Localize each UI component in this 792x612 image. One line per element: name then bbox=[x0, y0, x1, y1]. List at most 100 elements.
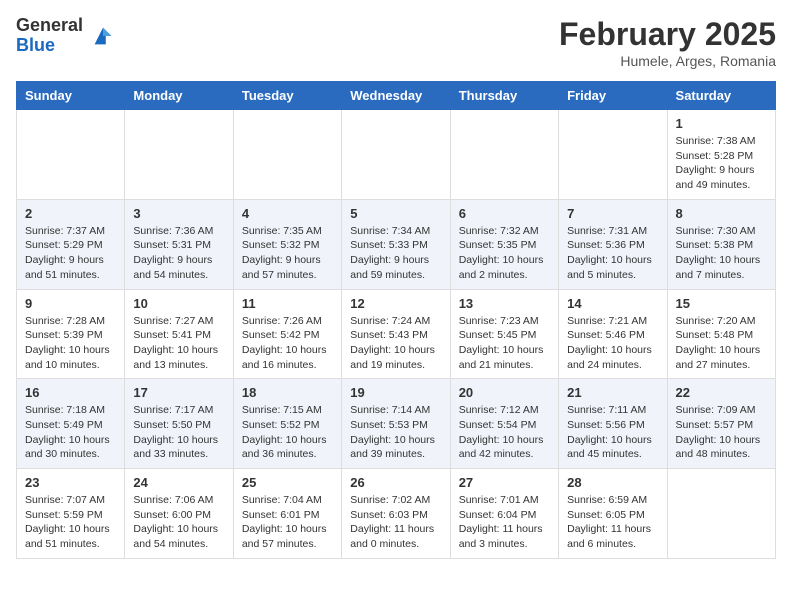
day-number: 22 bbox=[676, 385, 767, 400]
day-info: Sunrise: 7:04 AM Sunset: 6:01 PM Dayligh… bbox=[242, 493, 333, 552]
day-info: Sunrise: 7:28 AM Sunset: 5:39 PM Dayligh… bbox=[25, 314, 116, 373]
calendar-cell: 4 Sunrise: 7:35 AM Sunset: 5:32 PM Daylig… bbox=[233, 199, 341, 289]
day-info: Sunrise: 7:27 AM Sunset: 5:41 PM Dayligh… bbox=[133, 314, 224, 373]
day-info: Sunrise: 7:34 AM Sunset: 5:33 PM Dayligh… bbox=[350, 224, 441, 283]
day-number: 27 bbox=[459, 475, 550, 490]
day-info: Sunrise: 7:11 AM Sunset: 5:56 PM Dayligh… bbox=[567, 403, 658, 462]
day-info: Sunrise: 7:12 AM Sunset: 5:54 PM Dayligh… bbox=[459, 403, 550, 462]
weekday-header-wednesday: Wednesday bbox=[342, 82, 450, 110]
weekday-header-friday: Friday bbox=[559, 82, 667, 110]
calendar-cell: 25 Sunrise: 7:04 AM Sunset: 6:01 PM Dayli… bbox=[233, 469, 341, 559]
day-number: 26 bbox=[350, 475, 441, 490]
calendar-cell: 26 Sunrise: 7:02 AM Sunset: 6:03 PM Dayli… bbox=[342, 469, 450, 559]
day-number: 24 bbox=[133, 475, 224, 490]
day-number: 25 bbox=[242, 475, 333, 490]
calendar-header-row: SundayMondayTuesdayWednesdayThursdayFrid… bbox=[17, 82, 776, 110]
logo: General Blue bbox=[16, 16, 117, 56]
calendar-table: SundayMondayTuesdayWednesdayThursdayFrid… bbox=[16, 81, 776, 559]
weekday-header-monday: Monday bbox=[125, 82, 233, 110]
day-number: 19 bbox=[350, 385, 441, 400]
day-info: Sunrise: 7:17 AM Sunset: 5:50 PM Dayligh… bbox=[133, 403, 224, 462]
calendar-cell: 1 Sunrise: 7:38 AM Sunset: 5:28 PM Daylig… bbox=[667, 110, 775, 200]
calendar-cell: 17 Sunrise: 7:17 AM Sunset: 5:50 PM Dayli… bbox=[125, 379, 233, 469]
calendar-cell bbox=[342, 110, 450, 200]
day-number: 2 bbox=[25, 206, 116, 221]
day-number: 9 bbox=[25, 296, 116, 311]
day-number: 23 bbox=[25, 475, 116, 490]
day-number: 15 bbox=[676, 296, 767, 311]
calendar-cell: 12Sunrise: 7:24 AM Sunset: 5:43 PM Dayli… bbox=[342, 289, 450, 379]
weekday-header-tuesday: Tuesday bbox=[233, 82, 341, 110]
day-info: Sunrise: 7:24 AM Sunset: 5:43 PM Dayligh… bbox=[350, 314, 441, 373]
page-header: General Blue February 2025 Humele, Arges… bbox=[16, 16, 776, 69]
day-info: Sunrise: 7:15 AM Sunset: 5:52 PM Dayligh… bbox=[242, 403, 333, 462]
day-info: Sunrise: 7:02 AM Sunset: 6:03 PM Dayligh… bbox=[350, 493, 441, 552]
calendar-cell: 19Sunrise: 7:14 AM Sunset: 5:53 PM Dayli… bbox=[342, 379, 450, 469]
calendar-week-row: 1 Sunrise: 7:38 AM Sunset: 5:28 PM Daylig… bbox=[17, 110, 776, 200]
calendar-cell: 9 Sunrise: 7:28 AM Sunset: 5:39 PM Daylig… bbox=[17, 289, 125, 379]
day-number: 16 bbox=[25, 385, 116, 400]
day-number: 1 bbox=[676, 116, 767, 131]
day-info: Sunrise: 7:23 AM Sunset: 5:45 PM Dayligh… bbox=[459, 314, 550, 373]
calendar-cell: 23 Sunrise: 7:07 AM Sunset: 5:59 PM Dayli… bbox=[17, 469, 125, 559]
day-number: 11 bbox=[242, 296, 333, 311]
calendar-cell: 6 Sunrise: 7:32 AM Sunset: 5:35 PM Daylig… bbox=[450, 199, 558, 289]
day-info: Sunrise: 7:09 AM Sunset: 5:57 PM Dayligh… bbox=[676, 403, 767, 462]
weekday-header-saturday: Saturday bbox=[667, 82, 775, 110]
logo-general-text: General bbox=[16, 16, 83, 36]
calendar-cell: 15 Sunrise: 7:20 AM Sunset: 5:48 PM Dayli… bbox=[667, 289, 775, 379]
day-number: 18 bbox=[242, 385, 333, 400]
calendar-week-row: 16Sunrise: 7:18 AM Sunset: 5:49 PM Dayli… bbox=[17, 379, 776, 469]
day-info: Sunrise: 7:30 AM Sunset: 5:38 PM Dayligh… bbox=[676, 224, 767, 283]
day-info: Sunrise: 7:32 AM Sunset: 5:35 PM Dayligh… bbox=[459, 224, 550, 283]
calendar-cell: 18 Sunrise: 7:15 AM Sunset: 5:52 PM Dayli… bbox=[233, 379, 341, 469]
day-info: Sunrise: 7:06 AM Sunset: 6:00 PM Dayligh… bbox=[133, 493, 224, 552]
day-number: 5 bbox=[350, 206, 441, 221]
day-info: Sunrise: 7:35 AM Sunset: 5:32 PM Dayligh… bbox=[242, 224, 333, 283]
calendar-cell: 28Sunrise: 6:59 AM Sunset: 6:05 PM Dayli… bbox=[559, 469, 667, 559]
day-number: 17 bbox=[133, 385, 224, 400]
day-number: 6 bbox=[459, 206, 550, 221]
day-number: 21 bbox=[567, 385, 658, 400]
calendar-cell: 16Sunrise: 7:18 AM Sunset: 5:49 PM Dayli… bbox=[17, 379, 125, 469]
calendar-cell: 11 Sunrise: 7:26 AM Sunset: 5:42 PM Dayli… bbox=[233, 289, 341, 379]
calendar-cell: 20Sunrise: 7:12 AM Sunset: 5:54 PM Dayli… bbox=[450, 379, 558, 469]
calendar-cell: 5 Sunrise: 7:34 AM Sunset: 5:33 PM Daylig… bbox=[342, 199, 450, 289]
day-info: Sunrise: 7:38 AM Sunset: 5:28 PM Dayligh… bbox=[676, 134, 767, 193]
calendar-cell bbox=[17, 110, 125, 200]
day-info: Sunrise: 7:31 AM Sunset: 5:36 PM Dayligh… bbox=[567, 224, 658, 283]
calendar-cell bbox=[559, 110, 667, 200]
day-number: 4 bbox=[242, 206, 333, 221]
calendar-cell: 22 Sunrise: 7:09 AM Sunset: 5:57 PM Dayli… bbox=[667, 379, 775, 469]
logo-icon bbox=[89, 22, 117, 50]
day-number: 7 bbox=[567, 206, 658, 221]
day-info: Sunrise: 7:01 AM Sunset: 6:04 PM Dayligh… bbox=[459, 493, 550, 552]
calendar-cell: 13Sunrise: 7:23 AM Sunset: 5:45 PM Dayli… bbox=[450, 289, 558, 379]
month-year-title: February 2025 bbox=[559, 16, 776, 53]
calendar-week-row: 23 Sunrise: 7:07 AM Sunset: 5:59 PM Dayli… bbox=[17, 469, 776, 559]
day-number: 14 bbox=[567, 296, 658, 311]
day-number: 3 bbox=[133, 206, 224, 221]
logo-blue-text: Blue bbox=[16, 36, 83, 56]
calendar-cell bbox=[233, 110, 341, 200]
calendar-cell: 7 Sunrise: 7:31 AM Sunset: 5:36 PM Daylig… bbox=[559, 199, 667, 289]
calendar-week-row: 9 Sunrise: 7:28 AM Sunset: 5:39 PM Daylig… bbox=[17, 289, 776, 379]
day-info: Sunrise: 7:21 AM Sunset: 5:46 PM Dayligh… bbox=[567, 314, 658, 373]
calendar-cell: 3 Sunrise: 7:36 AM Sunset: 5:31 PM Daylig… bbox=[125, 199, 233, 289]
day-number: 28 bbox=[567, 475, 658, 490]
day-info: Sunrise: 7:07 AM Sunset: 5:59 PM Dayligh… bbox=[25, 493, 116, 552]
calendar-cell: 21 Sunrise: 7:11 AM Sunset: 5:56 PM Dayli… bbox=[559, 379, 667, 469]
day-info: Sunrise: 7:20 AM Sunset: 5:48 PM Dayligh… bbox=[676, 314, 767, 373]
calendar-cell: 8Sunrise: 7:30 AM Sunset: 5:38 PM Daylig… bbox=[667, 199, 775, 289]
day-info: Sunrise: 7:26 AM Sunset: 5:42 PM Dayligh… bbox=[242, 314, 333, 373]
calendar-cell: 14 Sunrise: 7:21 AM Sunset: 5:46 PM Dayli… bbox=[559, 289, 667, 379]
calendar-cell: 2Sunrise: 7:37 AM Sunset: 5:29 PM Daylig… bbox=[17, 199, 125, 289]
calendar-week-row: 2Sunrise: 7:37 AM Sunset: 5:29 PM Daylig… bbox=[17, 199, 776, 289]
day-info: Sunrise: 7:36 AM Sunset: 5:31 PM Dayligh… bbox=[133, 224, 224, 283]
calendar-cell: 10Sunrise: 7:27 AM Sunset: 5:41 PM Dayli… bbox=[125, 289, 233, 379]
weekday-header-sunday: Sunday bbox=[17, 82, 125, 110]
calendar-cell bbox=[450, 110, 558, 200]
weekday-header-thursday: Thursday bbox=[450, 82, 558, 110]
calendar-cell: 27 Sunrise: 7:01 AM Sunset: 6:04 PM Dayli… bbox=[450, 469, 558, 559]
title-section: February 2025 Humele, Arges, Romania bbox=[559, 16, 776, 69]
